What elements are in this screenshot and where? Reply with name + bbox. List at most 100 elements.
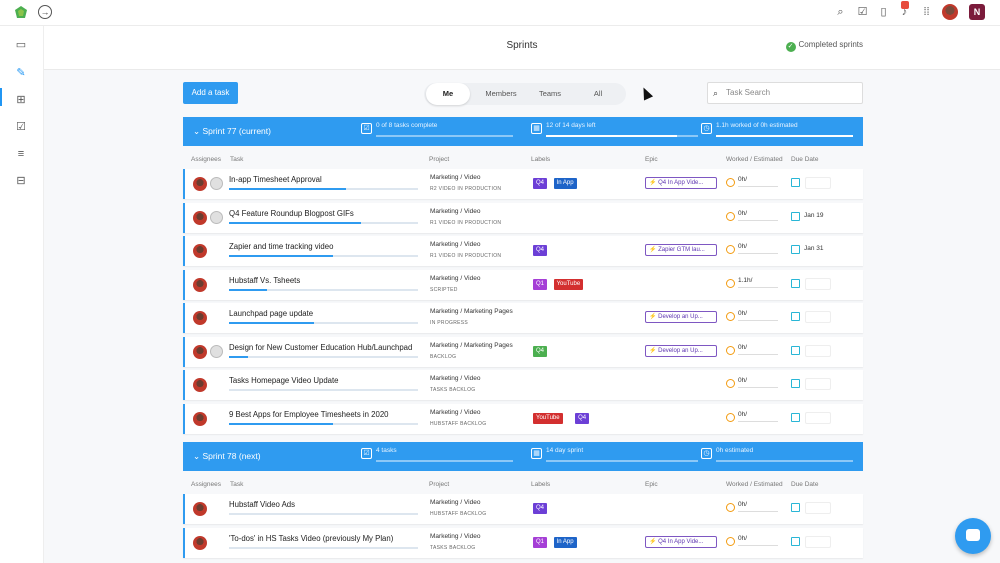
task-row[interactable]: Tasks Homepage Video Update Marketing / V… (183, 370, 863, 400)
task-search-input[interactable]: ⌕ Task Search (707, 82, 863, 104)
back-arrow-icon[interactable]: → (38, 5, 52, 19)
sprint-name[interactable]: ⌄ Sprint 78 (next) (193, 451, 261, 462)
pencil-icon[interactable]: ✎ (14, 66, 28, 80)
task-label[interactable]: Q4 (575, 412, 590, 424)
task-epic[interactable]: ⚡ Develop an Up... (645, 344, 717, 357)
task-name[interactable]: Design for New Customer Education Hub/La… (229, 343, 412, 352)
calendar-icon[interactable] (791, 278, 800, 288)
calendar-icon[interactable] (791, 412, 800, 422)
filter-members[interactable]: Members (476, 83, 526, 105)
task-due-date-empty[interactable] (805, 502, 831, 514)
task-epic[interactable]: ⚡ Q4 In App Vide... (645, 535, 717, 548)
logo-icon[interactable] (13, 5, 29, 21)
layers-icon[interactable]: ≡ (14, 147, 28, 161)
assignee-avatar[interactable] (193, 277, 207, 292)
folder-icon[interactable]: ▭ (14, 38, 28, 52)
assignee-avatar[interactable] (210, 177, 223, 190)
sprint-name[interactable]: ⌄ Sprint 77 (current) (193, 126, 271, 137)
calendar-icon[interactable] (791, 503, 800, 512)
assignee-avatar[interactable] (193, 502, 207, 516)
user-avatar[interactable] (942, 4, 958, 20)
task-label[interactable]: In App (553, 178, 577, 189)
task-row[interactable]: Q4 Feature Roundup Blogpost GIFs Marketin… (183, 202, 863, 233)
task-label[interactable]: YouTube (553, 278, 584, 290)
archive-icon[interactable]: ⊟ (14, 174, 28, 188)
timer-icon[interactable]: ▯ (877, 6, 890, 19)
task-label[interactable]: Q1 (533, 278, 548, 290)
task-epic[interactable]: ⚡ Zapier GTM lau... (645, 244, 717, 256)
task-name[interactable]: In-app Timesheet Approval (229, 175, 322, 184)
task-due-date-empty[interactable] (805, 535, 831, 548)
assignee-avatar[interactable] (210, 344, 223, 358)
task-row[interactable]: Hubstaff Vs. Tsheets Marketing / Video SCR… (183, 269, 863, 300)
task-due-date-empty[interactable] (805, 177, 831, 189)
completed-sprints-link[interactable]: ✓ Completed sprints (785, 40, 863, 52)
column-assignees: Assignees (191, 156, 221, 163)
task-name[interactable]: Zapier and time tracking video (229, 242, 333, 251)
sprint-header[interactable]: ⌄ Sprint 77 (current) ☑ 0 of 8 tasks compl… (183, 117, 863, 146)
task-label[interactable]: Q4 (533, 345, 548, 357)
task-due-date[interactable]: Jan 31 (804, 245, 824, 252)
task-row[interactable]: In-app Timesheet Approval Marketing / Vid… (183, 169, 863, 199)
task-due-date-empty[interactable] (805, 344, 831, 357)
checkbox-icon[interactable]: ☑ (856, 6, 869, 19)
task-row[interactable]: Launchpad page update Marketing / Marketi… (183, 303, 863, 333)
assignee-avatar[interactable] (193, 311, 207, 325)
task-label[interactable]: Q1 (533, 536, 548, 548)
task-label[interactable]: In App (553, 536, 577, 548)
assignee-avatar[interactable] (193, 210, 207, 225)
plus-square-icon[interactable]: ⊞ (14, 93, 28, 107)
task-label[interactable]: Q4 (533, 503, 548, 514)
task-row[interactable]: 9 Best Apps for Employee Timesheets in 2… (183, 403, 863, 434)
org-badge[interactable]: N (969, 4, 985, 20)
column-epic: Epic (645, 481, 658, 488)
task-epic[interactable]: ⚡ Develop an Up... (645, 311, 717, 323)
calendar-icon[interactable] (791, 536, 800, 546)
task-row[interactable]: Zapier and time tracking video Marketing … (183, 236, 863, 266)
task-row[interactable]: Design for New Customer Education Hub/La… (183, 336, 863, 367)
task-label[interactable]: YouTube (533, 412, 563, 424)
task-name[interactable]: 9 Best Apps for Employee Timesheets in 2… (229, 410, 389, 419)
filter-all[interactable]: All (576, 83, 620, 105)
assignee-avatar[interactable] (193, 177, 207, 191)
task-project: Marketing / Video (430, 207, 481, 215)
task-due-date[interactable]: Jan 19 (804, 212, 824, 219)
grid-icon[interactable]: ⁞⁞ (920, 6, 933, 19)
task-due-date-empty[interactable] (805, 378, 831, 390)
task-due-date-empty[interactable] (805, 411, 831, 424)
task-name[interactable]: Q4 Feature Roundup Blogpost GIFs (229, 209, 354, 218)
task-worked: 0h/ (738, 243, 748, 250)
task-name[interactable]: 'To-dos' in HS Tasks Video (previously M… (229, 534, 393, 543)
search-icon: ⌕ (713, 88, 719, 98)
assignee-avatar[interactable] (210, 210, 223, 224)
chat-button[interactable] (955, 518, 991, 554)
sprint-header[interactable]: ⌄ Sprint 78 (next) ☑ 4 tasks ▦ 14 day sprint… (183, 442, 863, 471)
calendar-icon[interactable] (791, 178, 800, 187)
assignee-avatar[interactable] (193, 244, 207, 258)
calendar-icon[interactable] (791, 211, 800, 221)
task-due-date-empty[interactable] (805, 277, 831, 290)
task-row[interactable]: Hubstaff Video Ads Marketing / Video HUBST… (183, 494, 863, 524)
assignee-avatar[interactable] (193, 535, 207, 550)
calendar-icon[interactable] (791, 379, 800, 388)
calendar-icon[interactable] (791, 245, 800, 254)
task-epic[interactable]: ⚡ Q4 In App Vide... (645, 177, 717, 189)
check-square-icon[interactable]: ☑ (14, 120, 28, 134)
assignee-avatar[interactable] (193, 411, 207, 426)
calendar-icon[interactable] (791, 345, 800, 355)
task-due-date-empty[interactable] (805, 311, 831, 323)
task-label[interactable]: Q4 (533, 178, 548, 189)
filter-me[interactable]: Me (426, 83, 470, 105)
task-name[interactable]: Hubstaff Video Ads (229, 500, 295, 509)
add-task-button[interactable]: Add a task (183, 82, 238, 104)
task-label[interactable]: Q4 (533, 245, 548, 256)
task-name[interactable]: Tasks Homepage Video Update (229, 376, 339, 385)
calendar-icon[interactable] (791, 312, 800, 321)
assignee-avatar[interactable] (193, 378, 207, 392)
task-name[interactable]: Launchpad page update (229, 309, 313, 318)
filter-teams[interactable]: Teams (528, 83, 572, 105)
task-row[interactable]: 'To-dos' in HS Tasks Video (previously M… (183, 527, 863, 558)
task-name[interactable]: Hubstaff Vs. Tsheets (229, 276, 300, 285)
assignee-avatar[interactable] (193, 344, 207, 359)
search-icon[interactable]: ⌕ (834, 6, 847, 19)
